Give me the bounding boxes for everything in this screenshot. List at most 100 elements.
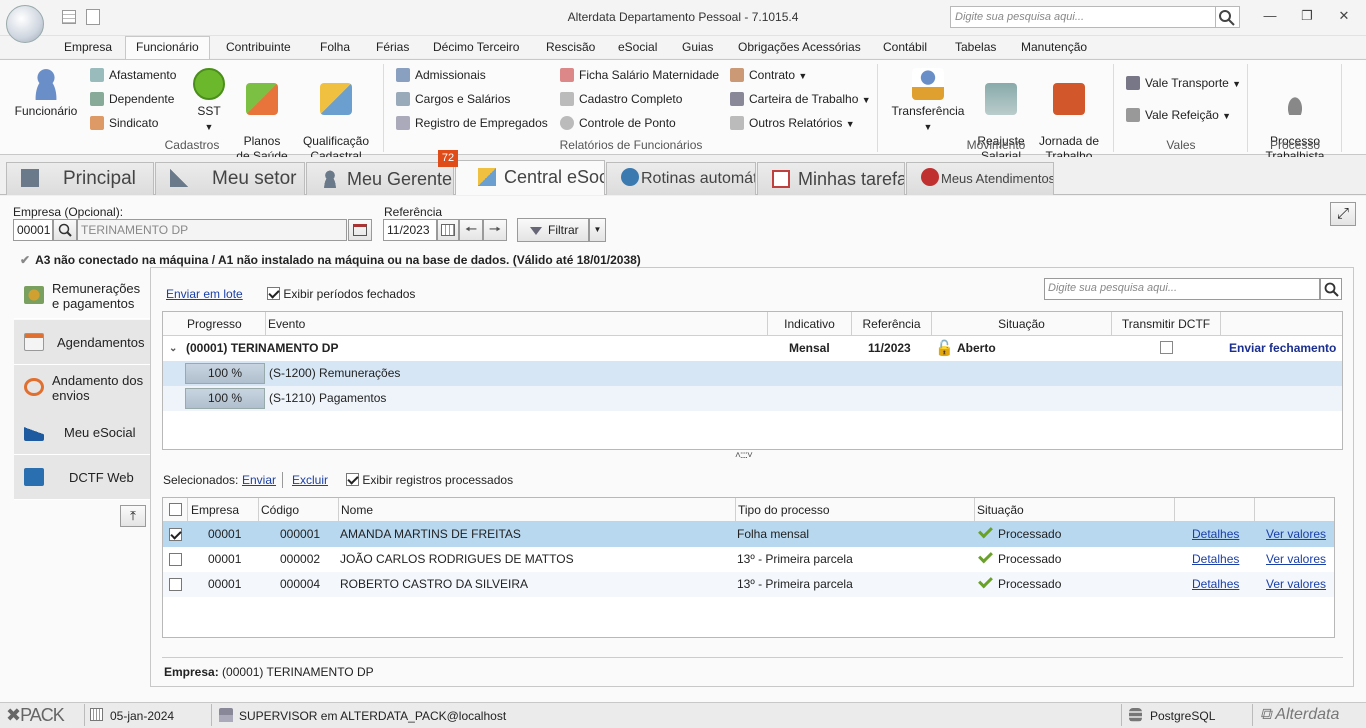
row-checkbox[interactable] bbox=[169, 578, 182, 592]
afastamento-button[interactable]: Afastamento bbox=[90, 66, 176, 84]
menu-esocial[interactable]: eSocial bbox=[618, 40, 657, 54]
checkbox[interactable] bbox=[169, 553, 182, 566]
splitter-handle-icon[interactable]: ˄::::˅ bbox=[735, 450, 753, 461]
enviar-link[interactable]: Enviar bbox=[242, 473, 276, 487]
dependente-button[interactable]: Dependente bbox=[90, 90, 174, 108]
carteira-trabalho-button[interactable]: Carteira de Trabalho ▼ bbox=[730, 90, 871, 108]
sst-button[interactable]: SST ▼ bbox=[188, 68, 230, 135]
events-search-input[interactable]: Digite sua pesquisa aqui... bbox=[1044, 278, 1320, 300]
app-logo-icon[interactable] bbox=[6, 5, 44, 43]
menu-folha[interactable]: Folha bbox=[320, 40, 350, 54]
funcionario-button[interactable]: Funcionário bbox=[10, 68, 82, 119]
col-indicativo[interactable]: Indicativo bbox=[767, 312, 851, 336]
menu-empresa[interactable]: Empresa bbox=[64, 40, 112, 54]
menu-tabelas[interactable]: Tabelas bbox=[955, 40, 996, 54]
cargos-salarios-button[interactable]: Cargos e Salários bbox=[396, 90, 510, 108]
enviar-lote-link[interactable]: Enviar em lote bbox=[166, 287, 243, 301]
exibir-processados-checkbox[interactable]: Exibir registros processados bbox=[346, 473, 513, 487]
ver-valores-link[interactable]: Ver valores bbox=[1266, 547, 1326, 572]
sidenav-agendamentos[interactable]: Agendamentos bbox=[14, 320, 150, 365]
event-row[interactable]: 100 % (S-1210) Pagamentos bbox=[163, 386, 1342, 411]
empresa-code-input[interactable]: 00001 bbox=[13, 219, 53, 241]
col-codigo[interactable]: Código bbox=[258, 498, 338, 522]
table-row[interactable]: 00001 000004 ROBERTO CASTRO DA SILVEIRA … bbox=[163, 572, 1334, 597]
col-empresa[interactable]: Empresa bbox=[187, 498, 259, 522]
checkbox[interactable] bbox=[169, 503, 182, 516]
contrato-button[interactable]: Contrato ▼ bbox=[730, 66, 807, 84]
menu-guias[interactable]: Guias bbox=[682, 40, 713, 54]
menu-ferias[interactable]: Férias bbox=[376, 40, 409, 54]
outros-relatorios-button[interactable]: Outros Relatórios ▼ bbox=[730, 114, 855, 132]
menu-contribuinte[interactable]: Contribuinte bbox=[226, 40, 291, 54]
ficha-maternidade-button[interactable]: Ficha Salário Maternidade bbox=[560, 66, 719, 84]
admissionais-button[interactable]: Admissionais bbox=[396, 66, 486, 84]
cadastro-completo-button[interactable]: Cadastro Completo bbox=[560, 90, 682, 108]
sindicato-button[interactable]: Sindicato bbox=[90, 114, 158, 132]
col-progresso[interactable]: Progresso bbox=[187, 312, 242, 336]
event-row[interactable]: 100 % (S-1200) Remunerações bbox=[163, 361, 1342, 386]
collapse-up-icon[interactable]: ⤒ bbox=[120, 505, 146, 527]
menu-funcionario[interactable]: Funcionário bbox=[136, 40, 199, 54]
sidenav-andamento-envios[interactable]: Andamento dos envios bbox=[14, 365, 150, 411]
detalhes-link[interactable]: Detalhes bbox=[1192, 547, 1239, 572]
menu-contabil[interactable]: Contábil bbox=[883, 40, 927, 54]
enviar-fechamento-link[interactable]: Enviar fechamento bbox=[1229, 336, 1336, 361]
checkbox[interactable] bbox=[169, 578, 182, 591]
col-transmitir-dctf[interactable]: Transmitir DCTF bbox=[1111, 312, 1221, 336]
sidenav-meu-esocial[interactable]: Meu eSocial bbox=[14, 410, 150, 455]
row-checkbox[interactable] bbox=[169, 528, 182, 542]
search-icon[interactable] bbox=[1216, 6, 1240, 28]
col-tipo-processo[interactable]: Tipo do processo bbox=[735, 498, 975, 522]
transferencia-button[interactable]: Transferência ▼ bbox=[890, 68, 966, 135]
group-row[interactable]: ⌄ (00001) TERINAMENTO DP Mensal 11/2023 … bbox=[163, 336, 1342, 361]
chevron-down-icon[interactable]: ⌄ bbox=[169, 336, 177, 361]
menu-obrigacoes[interactable]: Obrigações Acessórias bbox=[738, 40, 861, 54]
checkbox-checked[interactable] bbox=[346, 473, 359, 486]
checkbox-checked[interactable] bbox=[169, 528, 182, 541]
filtrar-dropdown-icon[interactable]: ▼ bbox=[589, 218, 606, 242]
calendar-icon[interactable] bbox=[437, 219, 459, 241]
next-arrow-icon[interactable]: 🠖 bbox=[483, 219, 507, 241]
row-checkbox[interactable] bbox=[169, 553, 182, 567]
global-search-input[interactable]: Digite sua pesquisa aqui... bbox=[950, 6, 1216, 28]
ver-valores-link[interactable]: Ver valores bbox=[1266, 522, 1326, 547]
expand-icon[interactable]: ⤢ bbox=[1330, 202, 1356, 226]
menu-decimo[interactable]: Décimo Terceiro bbox=[433, 40, 519, 54]
filtrar-button[interactable]: Filtrar bbox=[517, 218, 589, 242]
menu-rescisao[interactable]: Rescisão bbox=[546, 40, 595, 54]
select-all-checkbox[interactable] bbox=[169, 503, 182, 517]
exibir-fechados-checkbox[interactable]: Exibir períodos fechados bbox=[267, 287, 415, 301]
ver-valores-link[interactable]: Ver valores bbox=[1266, 572, 1326, 597]
checkbox-checked[interactable] bbox=[267, 287, 280, 300]
tab-meu-setor[interactable]: Meu setor bbox=[155, 162, 305, 195]
close-icon[interactable]: ✕ bbox=[1334, 8, 1354, 26]
referencia-input[interactable]: 11/2023 bbox=[383, 219, 437, 241]
menu-manutencao[interactable]: Manutenção bbox=[1021, 40, 1087, 54]
vale-transporte-button[interactable]: Vale Transporte ▼ bbox=[1126, 74, 1241, 92]
vale-refeicao-button[interactable]: Vale Refeição ▼ bbox=[1126, 106, 1231, 124]
tab-central-esocial[interactable]: Central eSocial bbox=[455, 160, 605, 195]
search-icon[interactable] bbox=[53, 219, 77, 241]
col-situacao[interactable]: Situação bbox=[974, 498, 1174, 522]
tab-meus-atendimentos[interactable]: Meus Atendimentos bbox=[906, 162, 1054, 195]
detalhes-link[interactable]: Detalhes bbox=[1192, 522, 1239, 547]
tab-rotinas-automaticas[interactable]: Rotinas automáticas bbox=[606, 162, 756, 195]
table-row[interactable]: 00001 000002 JOÃO CARLOS RODRIGUES DE MA… bbox=[163, 547, 1334, 572]
checkbox[interactable] bbox=[1160, 341, 1173, 354]
registro-empregados-button[interactable]: Registro de Empregados bbox=[396, 114, 548, 132]
table-row[interactable]: 00001 000001 AMANDA MARTINS DE FREITAS F… bbox=[163, 522, 1334, 547]
search-icon[interactable] bbox=[1320, 278, 1342, 300]
controle-ponto-button[interactable]: Controle de Ponto bbox=[560, 114, 676, 132]
restore-icon[interactable]: ❐ bbox=[1297, 8, 1317, 26]
tab-minhas-tarefas[interactable]: Minhas tarefas bbox=[757, 162, 905, 195]
excluir-link[interactable]: Excluir bbox=[292, 473, 328, 487]
detalhes-link[interactable]: Detalhes bbox=[1192, 572, 1239, 597]
minimize-icon[interactable]: — bbox=[1260, 8, 1280, 26]
prev-arrow-icon[interactable]: 🠔 bbox=[459, 219, 483, 241]
tab-meu-gerente[interactable]: Meu Gerente bbox=[306, 162, 454, 195]
transmitir-dctf-checkbox[interactable] bbox=[1160, 341, 1173, 355]
tab-principal[interactable]: Principal bbox=[6, 162, 154, 195]
calendar-icon[interactable] bbox=[348, 219, 372, 241]
sidenav-remuneracoes[interactable]: Remunerações e pagamentos bbox=[14, 273, 150, 319]
sidenav-dctf-web[interactable]: DCTF Web bbox=[14, 455, 150, 500]
